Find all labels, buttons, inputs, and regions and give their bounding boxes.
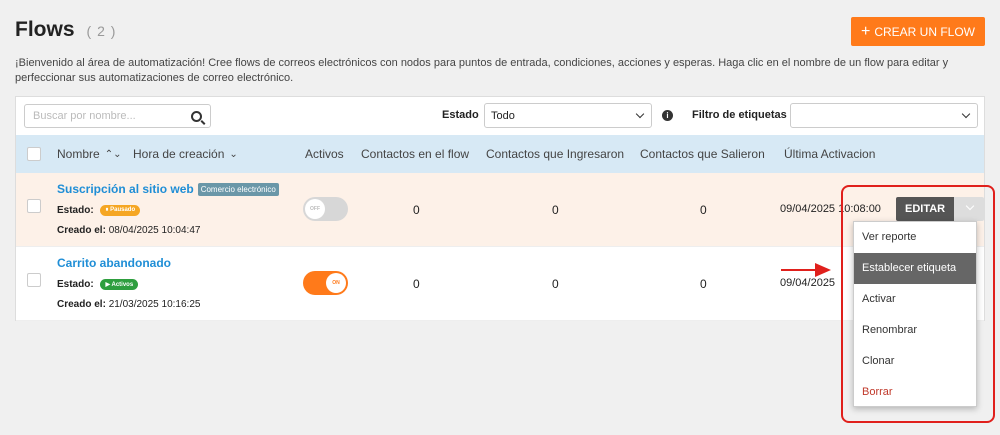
sort-icon[interactable]: ⌃⌄: [105, 149, 122, 160]
salieron-value: 0: [700, 277, 707, 291]
created-value: 08/04/2025 10:04:47: [108, 225, 201, 236]
flow-name[interactable]: Suscripción al sitio web: [57, 182, 194, 196]
edit-dropdown-toggle[interactable]: [954, 197, 985, 221]
salieron-value: 0: [700, 203, 707, 217]
tag-badge: Comercio electrónico: [197, 183, 279, 197]
row-checkbox[interactable]: [27, 273, 41, 287]
create-flow-label: CREAR UN FLOW: [874, 24, 975, 39]
active-toggle[interactable]: OFF: [303, 197, 348, 221]
edit-button[interactable]: EDITAR: [896, 197, 955, 221]
active-toggle[interactable]: ON: [303, 271, 348, 295]
table-row: Suscripción al sitio web Comercio electró…: [16, 173, 985, 247]
table-header: Nombre ⌃⌄ Hora de creación ⌄ Activos Conta…: [16, 135, 984, 173]
tags-filter-label: Filtro de etiquetas: [692, 109, 787, 121]
table-row: Carrito abandonado Estado: ▶ Activos Cre…: [16, 247, 984, 321]
col-contactos: Contactos en el flow: [361, 147, 470, 161]
chevron-down-icon: [965, 201, 975, 211]
flow-status: Estado: ▶ Activos: [57, 279, 139, 291]
last-activation: 09/04/2025: [780, 277, 836, 289]
created-label: Creado el:: [57, 225, 106, 236]
created-label: Creado el:: [57, 299, 106, 310]
search-icon[interactable]: [191, 110, 202, 122]
toggle-knob: ON: [326, 273, 346, 293]
ingresaron-value: 0: [552, 277, 559, 291]
toggle-knob: OFF: [305, 199, 325, 219]
menu-item-activar[interactable]: Activar: [854, 284, 976, 315]
menu-item-ver-reporte[interactable]: Ver reporte: [854, 222, 976, 253]
flow-count: ( 2 ): [86, 23, 117, 39]
col-hora-label: Hora de creación: [133, 147, 225, 161]
info-icon[interactable]: i: [662, 110, 673, 121]
flow-name[interactable]: Carrito abandonado: [57, 256, 171, 270]
plus-icon: +: [860, 22, 871, 40]
flow-name-link[interactable]: Carrito abandonado: [57, 256, 171, 270]
menu-item-renombrar[interactable]: Renombrar: [854, 315, 976, 346]
flow-created: Creado el: 08/04/2025 10:04:47: [57, 225, 200, 236]
page-title: Flows: [15, 18, 75, 41]
contactos-value: 0: [413, 203, 420, 217]
flow-actions-menu: Ver reporte Establecer etiqueta Activar …: [853, 221, 977, 407]
row-checkbox[interactable]: [27, 199, 41, 213]
col-salieron: Contactos que Salieron: [640, 147, 765, 161]
created-value: 21/03/2025 10:16:25: [108, 299, 201, 310]
flow-status: Estado: ⏸ Pausado: [57, 205, 141, 217]
estado-filter-label: Estado: [442, 109, 479, 121]
flow-name-link[interactable]: Suscripción al sitio web Comercio electró…: [57, 182, 279, 197]
search-input[interactable]: [33, 110, 191, 122]
chevron-down-icon: [961, 109, 971, 119]
status-badge: ⏸ Pausado: [100, 205, 141, 216]
status-label: Estado:: [57, 205, 94, 217]
chevron-down-icon: [635, 109, 645, 119]
estado-select[interactable]: Todo: [484, 103, 652, 128]
status-label: Estado:: [57, 279, 94, 291]
estado-select-value: Todo: [491, 110, 515, 122]
annotation-arrow-icon: [781, 263, 831, 277]
col-activos: Activos: [305, 147, 344, 161]
intro-text: ¡Bienvenido al área de automatización! C…: [15, 57, 949, 84]
search-box[interactable]: [24, 104, 211, 128]
select-all-checkbox[interactable]: [27, 147, 41, 161]
tags-select[interactable]: [790, 103, 978, 128]
create-flow-button[interactable]: + CREAR UN FLOW: [850, 17, 985, 46]
flow-created: Creado el: 21/03/2025 10:16:25: [57, 299, 200, 310]
contactos-value: 0: [413, 277, 420, 291]
col-nombre-label: Nombre: [57, 147, 100, 161]
ingresaron-value: 0: [552, 203, 559, 217]
chevron-down-icon[interactable]: ⌄: [229, 149, 237, 160]
col-nombre[interactable]: Nombre ⌃⌄: [57, 147, 121, 161]
filter-bar: Estado Todo i Filtro de etiquetas: [16, 97, 984, 135]
menu-item-establecer-etiqueta[interactable]: Establecer etiqueta: [854, 253, 976, 284]
col-hora[interactable]: Hora de creación ⌄: [133, 147, 238, 161]
edit-button-group: EDITAR: [896, 197, 985, 221]
flows-panel: Estado Todo i Filtro de etiquetas Nombre…: [15, 96, 985, 321]
col-ingresaron: Contactos que Ingresaron: [486, 147, 625, 161]
status-badge: ▶ Activos: [100, 279, 139, 290]
menu-item-clonar[interactable]: Clonar: [854, 346, 976, 377]
menu-item-borrar[interactable]: Borrar: [854, 377, 976, 408]
page-header: Flows ( 2 ): [15, 18, 116, 42]
last-activation: 09/04/2025 10:08:00: [780, 203, 881, 215]
col-ultima: Última Activacion: [784, 147, 876, 161]
